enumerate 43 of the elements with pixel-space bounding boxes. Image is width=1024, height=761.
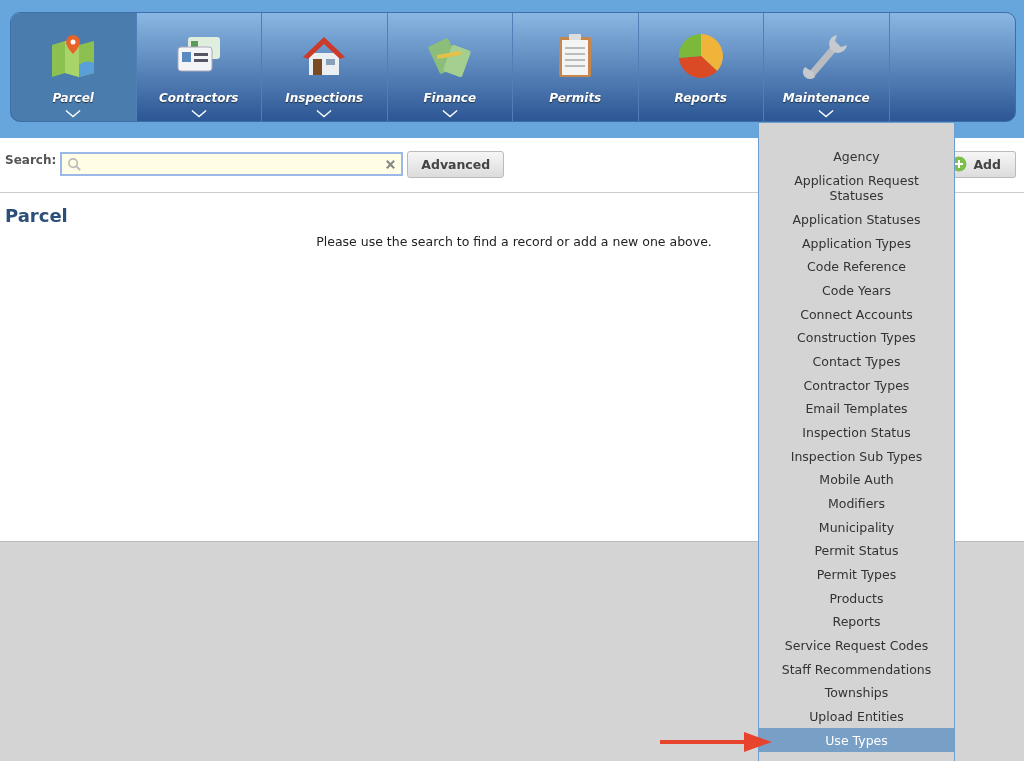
nav-tab[interactable]: Reports <box>638 13 764 121</box>
advanced-button[interactable]: Advanced <box>407 150 505 178</box>
chevron-down-icon <box>316 109 333 118</box>
nav-tab[interactable]: Finance <box>387 13 513 121</box>
menu-item[interactable]: Contractor Types <box>759 373 954 397</box>
menu-item[interactable]: Service Request Codes <box>759 633 954 658</box>
nav-tab[interactable]: Contractors <box>136 13 262 121</box>
nav-tab[interactable]: Parcel <box>11 13 137 121</box>
search-label: Search: <box>5 153 57 167</box>
menu-item[interactable]: Upload Entities <box>759 704 954 729</box>
menu-item[interactable]: Inspection Status <box>759 420 954 445</box>
menu-item[interactable]: Contact Types <box>759 349 954 374</box>
menu-item[interactable]: Construction Types <box>759 326 954 350</box>
menu-item[interactable]: Inspection Sub Types <box>759 444 954 469</box>
menu-item[interactable]: Reports <box>759 610 954 634</box>
menu-item[interactable]: Permit Types <box>759 562 954 587</box>
nav-tab[interactable]: Permits <box>513 13 639 121</box>
menu-item[interactable]: Permit Status <box>759 539 954 563</box>
chevron-down-icon <box>818 109 835 118</box>
menu-item[interactable]: Staff Recommendations <box>759 657 954 682</box>
menu-item[interactable]: Modifiers <box>759 491 954 516</box>
menu-item[interactable]: Application Types <box>759 231 954 255</box>
menu-item[interactable]: Agency <box>759 145 954 169</box>
chevron-down-icon <box>65 109 82 118</box>
search-field[interactable] <box>60 152 404 176</box>
page-title: Parcel <box>5 205 68 226</box>
menu-item[interactable]: Mobile Auth <box>759 468 954 492</box>
menu-item[interactable]: Email Templates <box>759 397 954 421</box>
search-icon <box>67 156 83 172</box>
menu-item[interactable]: Townships <box>759 681 954 705</box>
clear-icon[interactable] <box>385 158 397 170</box>
nav-tab[interactable]: Maintenance <box>764 13 890 121</box>
menu-item[interactable]: Code Years <box>759 278 954 303</box>
nav-tab[interactable]: Inspections <box>262 13 388 121</box>
menu-item[interactable]: Products <box>759 586 954 611</box>
menu-item[interactable]: Municipality <box>759 515 954 540</box>
menu-item[interactable]: Connect Accounts <box>759 302 954 326</box>
menu-item[interactable]: Application Request Statuses <box>759 168 954 208</box>
chevron-down-icon <box>190 109 207 118</box>
menu-item[interactable]: Code Reference <box>759 255 954 279</box>
info-message: Please use the search to find a record or add a new one above. <box>315 234 712 249</box>
menu-item[interactable]: Application Statuses <box>759 207 954 232</box>
chevron-down-icon <box>441 109 458 118</box>
